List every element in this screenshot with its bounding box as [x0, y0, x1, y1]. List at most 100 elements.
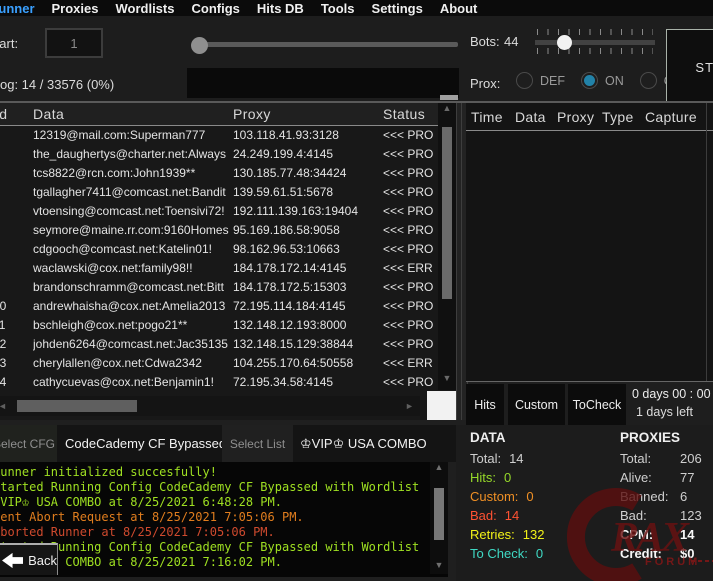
proxies-stats-rows: Total: 206 Alive: 77 Banned: 6 Bad:	[620, 449, 702, 563]
cell-proxy: 98.162.96.53:10663	[233, 240, 379, 259]
log-line: Aborted Runner at 8/25/2021 7:05:06 PM.	[0, 525, 448, 540]
cell-proxy: 132.148.15.129:38844	[233, 335, 379, 354]
stop-button[interactable]: STOP	[666, 29, 713, 105]
cell-data: cherylallen@cox.net:Cdwa2342	[33, 354, 229, 373]
back-button[interactable]: Back	[0, 543, 58, 575]
cell-data: the_daughertys@charter.net:Always	[33, 145, 229, 164]
select-config-button[interactable]: Select CFG	[0, 425, 57, 462]
custom-tab-button[interactable]: Custom	[508, 384, 565, 425]
radio-icon[interactable]	[581, 72, 598, 89]
cell-proxy: 95.169.186.58:9058	[233, 221, 379, 240]
column-header-type[interactable]: Type	[602, 109, 645, 125]
table-edge	[706, 103, 707, 381]
menu-item[interactable]: Hits DB	[257, 1, 304, 16]
cell-data: andrewhaisha@cox.net:Amelia2013	[33, 297, 229, 316]
cell-status: <<< PRO	[383, 183, 435, 202]
stat-value: 77	[680, 468, 694, 487]
proxy-mode-radio[interactable]: DEF	[516, 72, 565, 89]
column-header-proxy[interactable]: Proxy	[233, 103, 379, 125]
stat-row: Alive: 77	[620, 468, 702, 487]
bots-slider-thumb[interactable]	[557, 35, 572, 50]
cell-data: cdgooch@comcast.net:Katelin01!	[33, 240, 229, 259]
cell-data: johden6264@comcast.net:Jac35135	[33, 335, 229, 354]
splitter-grip[interactable]	[440, 95, 458, 100]
table-row[interactable]: 2 the_daughertys@charter.net:Always 24.2…	[0, 145, 456, 164]
stat-value: 123	[680, 506, 702, 525]
scroll-down-icon[interactable]: ▼	[438, 373, 456, 383]
column-header-capture[interactable]: Capture	[645, 109, 697, 125]
menu-item[interactable]: Wordlists	[115, 1, 174, 16]
cell-data: seymore@maine.rr.com:9160Homes	[33, 221, 229, 240]
cell-status: <<< PRO	[383, 221, 435, 240]
menu-item[interactable]: Settings	[372, 1, 423, 16]
table-row[interactable]: 10 andrewhaisha@cox.net:Amelia2013 72.19…	[0, 297, 456, 316]
table-row[interactable]: 12 johden6264@comcast.net:Jac35135 132.1…	[0, 335, 456, 354]
table-row[interactable]: 14 cathycuevas@cox.net:Benjamin1! 72.195…	[0, 373, 456, 392]
select-wordlist-button[interactable]: Select List	[222, 425, 293, 462]
proxy-mode-radio[interactable]: ON	[581, 72, 624, 89]
table-row[interactable]: 1 12319@mail.com:Superman777 103.118.41.…	[0, 126, 456, 145]
table-row[interactable]: 9 brandonschramm@comcast.net:Bitt 184.17…	[0, 278, 456, 297]
scrollbar-thumb[interactable]	[434, 488, 444, 540]
stat-value: 0	[536, 544, 543, 563]
stat-row: Total: 206	[620, 449, 702, 468]
scrollbar-corner	[427, 391, 456, 420]
prox-label: Prox:	[470, 76, 500, 91]
table-row[interactable]: 11 bschleigh@cox.net:pogo21** 132.148.12…	[0, 316, 456, 335]
scroll-down-icon[interactable]: ▼	[430, 560, 448, 570]
log-line: Runner initialized succesfully!	[0, 465, 448, 480]
stat-value: $0	[680, 544, 694, 563]
log-scrollbar[interactable]: ▲ ▼	[430, 462, 448, 574]
menu-item[interactable]: Runner	[0, 1, 35, 16]
table-row[interactable]: 7 cdgooch@comcast.net:Katelin01! 98.162.…	[0, 240, 456, 259]
column-header-data[interactable]: Data	[33, 103, 229, 125]
log-line: Started Running Config CodeCademy CF Byp…	[0, 540, 448, 555]
stat-label: Hits:	[470, 468, 496, 487]
scroll-left-icon[interactable]: ◄	[0, 401, 7, 411]
column-header-status[interactable]: Status	[383, 103, 435, 125]
days-left-label: 1 days left	[636, 405, 693, 419]
hits-tab-button[interactable]: Hits	[466, 384, 504, 425]
column-header-time[interactable]: Time	[471, 109, 515, 125]
hits-table-header: Time Data Proxy Type Capture	[466, 103, 713, 131]
config-name: CodeCademy CF Bypassed	[57, 425, 230, 462]
radio-icon[interactable]	[640, 72, 657, 89]
column-header-data[interactable]: Data	[515, 109, 557, 125]
cell-id: 6	[0, 221, 7, 240]
column-header-proxy[interactable]: Proxy	[557, 109, 602, 125]
menu-item[interactable]: Tools	[321, 1, 355, 16]
cell-id: 12	[0, 335, 7, 354]
menu-item[interactable]: Proxies	[52, 1, 99, 16]
table-row[interactable]: 6 seymore@maine.rr.com:9160Homes 95.169.…	[0, 221, 456, 240]
vertical-scrollbar[interactable]: ▲ ▼	[438, 103, 456, 390]
scrollbar-thumb[interactable]	[442, 127, 452, 299]
start-slider-thumb[interactable]	[191, 37, 208, 54]
scrollbar-thumb[interactable]	[17, 400, 137, 412]
table-row[interactable]: 3 tcs8822@rcn.com:John1939** 130.185.77.…	[0, 164, 456, 183]
scroll-right-icon[interactable]: ►	[405, 401, 414, 411]
tocheck-tab-button[interactable]: ToCheck	[568, 384, 626, 425]
table-row[interactable]: 13 cherylallen@cox.net:Cdwa2342 104.255.…	[0, 354, 456, 373]
cell-id: 9	[0, 278, 7, 297]
table-row[interactable]: 4 tgallagher7411@comcast.net:Bandit 139.…	[0, 183, 456, 202]
radio-label: ON	[605, 74, 624, 88]
column-header-id[interactable]: Id	[0, 103, 9, 125]
table-row[interactable]: 8 waclawski@cox.net:family98!! 184.178.1…	[0, 259, 456, 278]
start-slider-track[interactable]	[193, 42, 458, 47]
radio-icon[interactable]	[516, 72, 533, 89]
log-console: Runner initialized succesfully! Started …	[0, 462, 448, 577]
cell-data: 12319@mail.com:Superman777	[33, 126, 229, 145]
bots-slider-track[interactable]	[535, 40, 655, 45]
horizontal-scrollbar[interactable]: ◄ ►	[0, 396, 420, 416]
stat-value: 6	[680, 487, 687, 506]
stat-value: 0	[504, 468, 511, 487]
back-button-label: Back	[28, 553, 57, 568]
menu-item[interactable]: Configs	[191, 1, 239, 16]
start-input[interactable]	[45, 28, 103, 58]
progress-label: Prog: 14 / 33576 (0%)	[0, 77, 114, 92]
stat-label: Total:	[470, 449, 501, 468]
table-row[interactable]: 5 vtoensing@comcast.net:Toensivi72! 192.…	[0, 202, 456, 221]
progress-bar	[187, 68, 459, 98]
cell-status: <<< ERR	[383, 354, 435, 373]
menu-item[interactable]: About	[440, 1, 478, 16]
